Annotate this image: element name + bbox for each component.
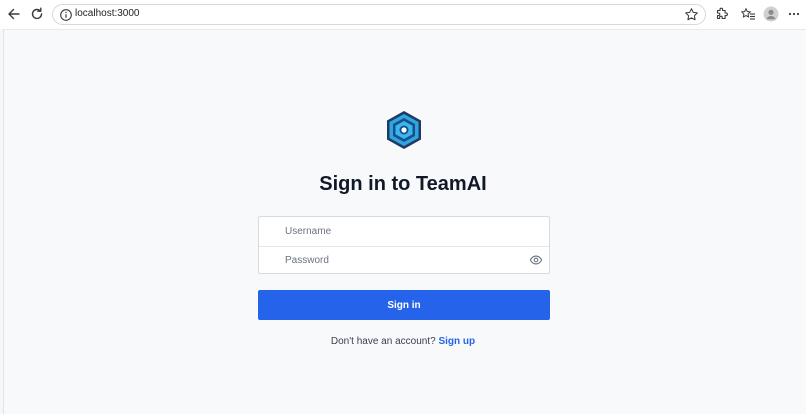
reload-icon[interactable] [27, 4, 47, 24]
eye-icon[interactable] [529, 253, 543, 267]
favorites-icon[interactable] [738, 4, 758, 24]
login-form [258, 216, 550, 274]
url-text[interactable]: localhost:3000 [75, 8, 140, 19]
address-bar[interactable]: localhost:3000 [52, 4, 706, 25]
extensions-icon[interactable] [712, 4, 732, 24]
signup-prompt-row: Don't have an account? Sign up [0, 336, 806, 347]
password-input[interactable] [259, 246, 549, 274]
star-icon[interactable] [684, 7, 699, 22]
more-icon[interactable] [784, 4, 804, 24]
back-arrow-icon[interactable] [4, 4, 24, 24]
sign-in-button[interactable]: Sign in [258, 290, 550, 320]
page-title: Sign in to TeamAI [319, 173, 487, 195]
username-input[interactable] [259, 217, 549, 245]
browser-toolbar: localhost:3000 [0, 0, 806, 29]
profile-avatar-icon[interactable] [761, 4, 781, 24]
teamai-logo [387, 111, 421, 149]
signup-prompt-text: Don't have an account? [330, 336, 436, 347]
sign-up-link[interactable]: Sign up [438, 336, 475, 347]
info-icon[interactable] [59, 8, 73, 22]
